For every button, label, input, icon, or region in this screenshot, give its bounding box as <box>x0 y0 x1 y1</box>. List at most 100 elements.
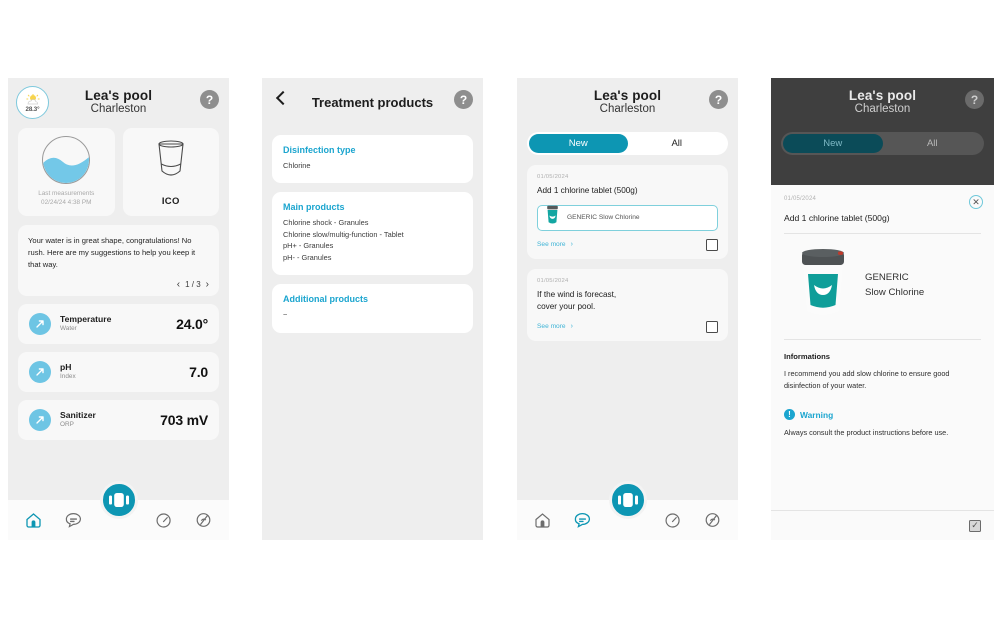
recommendation-card[interactable]: 01/05/2024 Add 1 chlorine tablet (500g) … <box>527 165 728 259</box>
metric-name: Temperature <box>60 314 112 325</box>
see-more-link[interactable]: See more › <box>537 241 573 248</box>
nav-home-icon[interactable] <box>21 507 47 533</box>
section-title: Disinfection type <box>283 145 356 155</box>
page-title: Lea's pool <box>84 88 153 103</box>
section-disinfection-type[interactable]: Disinfection type Chlorine <box>272 135 473 184</box>
panel-treatment-products: Treatment products ? Disinfection type C… <box>262 78 483 540</box>
recommendation-checkbox[interactable] <box>706 238 718 251</box>
page-subtitle: Charleston <box>90 103 147 116</box>
recommendation-title: If the wind is forecast, cover your pool… <box>537 289 617 311</box>
warning-text: Always consult the product instructions … <box>784 428 949 438</box>
help-button[interactable]: ? <box>200 90 219 109</box>
section-line: Chlorine slow/multig-function - Tablet <box>283 229 404 239</box>
sheet-date: 01/05/2024 <box>784 196 817 202</box>
tile-ico-device[interactable]: ICO <box>122 128 219 216</box>
section-additional-products[interactable]: Additional products ~ <box>272 284 473 333</box>
panel1-title-block: Lea's pool Charleston <box>85 88 152 116</box>
advice-pager: ‹ 1 / 3 › <box>28 279 209 290</box>
section-line: pH- - Granules <box>283 252 332 262</box>
see-more-label: See more <box>537 323 566 331</box>
tab-new[interactable]: New <box>529 134 628 153</box>
pager-label: 1 / 3 <box>185 280 201 290</box>
recommendation-date: 01/05/2024 <box>537 174 569 180</box>
chevron-right-icon: › <box>570 241 573 249</box>
pager-prev-button[interactable]: ‹ <box>177 279 180 290</box>
metric-name: Sanitizer <box>60 410 96 421</box>
recommendation-card[interactable]: 01/05/2024 If the wind is forecast, cove… <box>527 268 728 341</box>
panel3-header: Lea's pool Charleston ? <box>517 78 738 126</box>
page-title: Lea's pool <box>848 88 917 103</box>
tab-all[interactable]: All <box>628 134 727 153</box>
section-line: Chlorine shock - Granules <box>283 218 369 228</box>
sheet-title: Add 1 chlorine tablet (500g) <box>784 213 890 223</box>
weather-badge[interactable]: 28.3° <box>16 86 49 119</box>
section-title: Additional products <box>283 294 368 305</box>
page-title: Lea's pool <box>593 88 662 103</box>
screenshot-stage: 28.3° Lea's pool Charleston ? Last measu… <box>0 0 1000 619</box>
detail-bottom-sheet: 01/05/2024 ✕ Add 1 chlorine tablet (500g… <box>771 185 994 540</box>
section-main-products[interactable]: Main products Chlorine shock - Granules … <box>272 192 473 276</box>
warning-row: ! Warning <box>784 409 981 421</box>
page-subtitle: Charleston <box>854 103 911 116</box>
tab-new[interactable]: New <box>783 134 883 153</box>
panel-product-detail-modal: Lea's pool Charleston ? New All 01/05/20… <box>771 78 994 540</box>
panel-recommendations-list: Lea's pool Charleston ? New All 01/05/20… <box>517 78 738 540</box>
see-more-link[interactable]: See more › <box>537 323 573 330</box>
pager-next-button[interactable]: › <box>206 279 209 290</box>
informations-text: I recommend you add slow chlorine to ens… <box>784 369 950 390</box>
metric-sub: ORP <box>60 421 74 429</box>
sheet-header: 01/05/2024 ✕ Add 1 chlorine tablet (500g… <box>771 185 994 233</box>
tile-caption-line1: Last measurements <box>38 190 95 198</box>
ico-label: ICO <box>161 196 180 207</box>
info-warning-icon: ! <box>784 409 795 421</box>
nav-home-icon[interactable] <box>530 507 556 533</box>
back-button[interactable] <box>274 91 288 105</box>
panel4-title-block: Lea's pool Charleston <box>849 88 916 116</box>
section-line: pH+ - Granules <box>283 241 334 251</box>
nav-gauge-icon[interactable] <box>151 507 177 533</box>
page-subtitle: Charleston <box>599 103 656 116</box>
confirm-checkbox[interactable]: ✓ <box>969 519 981 532</box>
recommendation-checkbox[interactable] <box>706 320 718 333</box>
help-button[interactable]: ? <box>454 90 473 109</box>
see-more-label: See more <box>537 241 566 249</box>
metric-text: Temperature Water <box>60 314 176 333</box>
panel1-header: 28.3° Lea's pool Charleston ? <box>8 78 229 126</box>
trend-arrow-icon <box>29 361 51 384</box>
recommendation-date: 01/05/2024 <box>537 277 569 284</box>
warning-title: Warning <box>800 409 834 420</box>
tile-last-measurements[interactable]: Last measurements 02/24/24 4:38 PM <box>18 128 115 216</box>
nav-chat-icon[interactable] <box>60 507 86 533</box>
sun-cloud-icon <box>24 93 42 106</box>
help-button[interactable]: ? <box>965 90 984 109</box>
informations-block: Informations I recommend you add slow ch… <box>771 340 994 439</box>
chlorine-bucket-icon <box>795 248 851 323</box>
product-chip-name: GENERIC Slow Chlorine <box>567 214 640 222</box>
close-icon[interactable]: ✕ <box>969 195 983 209</box>
section-title: Main products <box>283 202 345 213</box>
metric-text: pH Index <box>60 362 189 381</box>
chlorine-bucket-icon <box>545 205 560 230</box>
filter-tabs: New All <box>527 132 728 155</box>
panel3-title-block: Lea's pool Charleston <box>594 88 661 116</box>
product-chip[interactable]: GENERIC Slow Chlorine <box>537 204 718 231</box>
sheet-footer: ✓ <box>771 510 994 540</box>
product-type: Slow Chlorine <box>865 286 925 298</box>
metric-row-ph[interactable]: pH Index 7.0 <box>18 352 219 393</box>
page-title: Treatment products <box>311 94 434 110</box>
nav-maintenance-icon[interactable] <box>699 507 725 533</box>
ico-device-icon <box>151 137 191 188</box>
scan-fab-button[interactable] <box>608 481 647 519</box>
trend-arrow-icon <box>29 313 51 336</box>
metric-value: 7.0 <box>189 364 208 381</box>
nav-maintenance-icon[interactable] <box>190 507 216 533</box>
tab-all[interactable]: All <box>883 134 983 153</box>
nav-chat-icon[interactable] <box>569 507 595 533</box>
metric-row-temperature[interactable]: Temperature Water 24.0° <box>18 304 219 345</box>
nav-gauge-icon[interactable] <box>660 507 686 533</box>
metric-row-sanitizer[interactable]: Sanitizer ORP 703 mV <box>18 400 219 441</box>
scan-fab-button[interactable] <box>99 481 138 519</box>
help-button[interactable]: ? <box>709 90 728 109</box>
tile-row: Last measurements 02/24/24 4:38 PM ICO <box>8 128 229 216</box>
tile-caption: Last measurements 02/24/24 4:38 PM <box>38 190 94 207</box>
